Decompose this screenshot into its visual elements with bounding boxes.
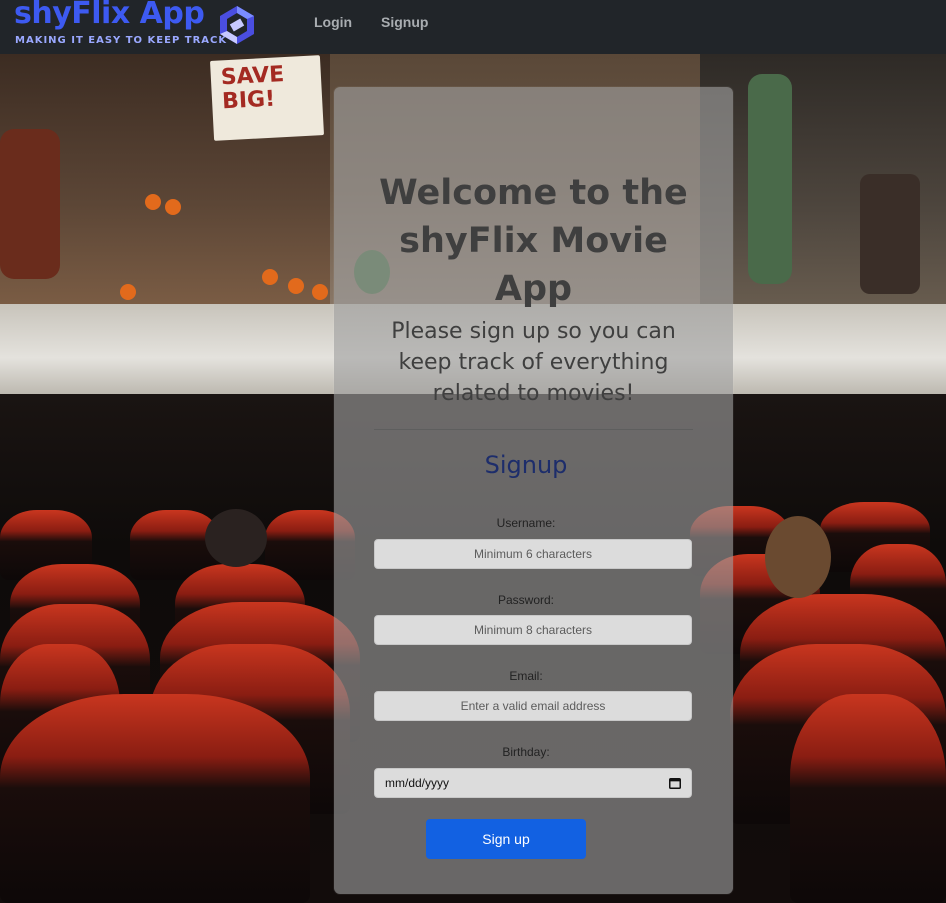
welcome-title: Welcome to the shyFlix Movie App xyxy=(379,173,688,309)
orange xyxy=(262,269,278,285)
orange xyxy=(145,194,161,210)
seat xyxy=(790,694,946,903)
brand-logo[interactable]: shyFlix App MAKING IT EASY TO KEEP TRACK xyxy=(14,0,259,54)
navbar: shyFlix App MAKING IT EASY TO KEEP TRACK… xyxy=(0,0,946,54)
orange xyxy=(288,278,304,294)
birthday-date-value: mm/dd/yyyy xyxy=(385,776,450,790)
audience-head xyxy=(205,509,267,567)
brand-name: shyFlix App xyxy=(14,0,205,31)
form-heading: Signup xyxy=(484,451,568,479)
audience-head xyxy=(765,516,831,598)
brand-tagline: MAKING IT EASY TO KEEP TRACK xyxy=(15,35,228,46)
email-field[interactable] xyxy=(374,691,692,721)
welcome-subtitle: Please sign up so you can keep track of … xyxy=(391,319,676,406)
username-field[interactable] xyxy=(374,539,692,569)
email-label: Email: xyxy=(509,669,543,683)
nav-login-link[interactable]: Login xyxy=(314,14,352,30)
password-label: Password: xyxy=(497,593,555,607)
signup-card: Welcome to the shyFlix Movie App Please … xyxy=(334,87,733,894)
sign-up-button[interactable]: Sign up xyxy=(426,819,586,859)
running-figure xyxy=(860,174,920,294)
standing-figure xyxy=(748,74,792,284)
sitting-figure xyxy=(0,129,60,279)
username-label: Username: xyxy=(496,516,556,530)
calendar-icon[interactable] xyxy=(669,777,681,789)
divider xyxy=(374,429,693,430)
birthday-date-field[interactable]: mm/dd/yyyy xyxy=(374,768,692,798)
nav-signup-link[interactable]: Signup xyxy=(381,14,428,30)
password-field[interactable] xyxy=(374,615,692,645)
orange xyxy=(120,284,136,300)
birthday-label: Birthday: xyxy=(502,745,550,759)
orange xyxy=(165,199,181,215)
save-big-sign: SAVE BIG! xyxy=(209,55,325,141)
logo-cube-icon xyxy=(220,6,254,44)
orange xyxy=(312,284,328,300)
seat xyxy=(0,694,310,903)
